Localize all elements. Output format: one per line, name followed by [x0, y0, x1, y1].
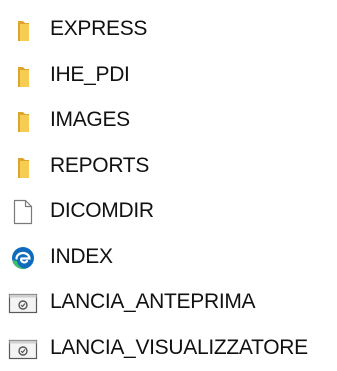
file-item-reports[interactable]: REPORTS — [0, 144, 337, 190]
file-item-lancia-anteprima[interactable]: LANCIA_ANTEPRIMA — [0, 280, 337, 326]
file-item-index[interactable]: INDEX — [0, 235, 337, 281]
file-name: LANCIA_VISUALIZZATORE — [50, 334, 308, 362]
file-list: EXPRESS IHE_PDI IMAGES REPORTS DICOMDIR — [0, 7, 337, 371]
file-item-lancia-visualizzatore[interactable]: LANCIA_VISUALIZZATORE — [0, 326, 337, 371]
file-name: DICOMDIR — [50, 197, 154, 225]
application-icon — [8, 290, 38, 316]
file-item-images[interactable]: IMAGES — [0, 98, 337, 144]
file-item-express[interactable]: EXPRESS — [0, 7, 337, 53]
folder-icon — [8, 63, 38, 89]
file-item-dicomdir[interactable]: DICOMDIR — [0, 189, 337, 235]
file-name: EXPRESS — [50, 15, 147, 43]
file-name: REPORTS — [50, 152, 149, 180]
folder-icon — [8, 108, 38, 134]
file-name: INDEX — [50, 243, 113, 271]
file-name: LANCIA_ANTEPRIMA — [50, 288, 255, 316]
blank-file-icon — [8, 199, 38, 225]
file-item-ihe-pdi[interactable]: IHE_PDI — [0, 53, 337, 99]
file-name: IMAGES — [50, 106, 130, 134]
edge-browser-icon — [8, 245, 38, 271]
folder-icon — [8, 154, 38, 180]
folder-icon — [8, 17, 38, 43]
file-name: IHE_PDI — [50, 61, 130, 89]
